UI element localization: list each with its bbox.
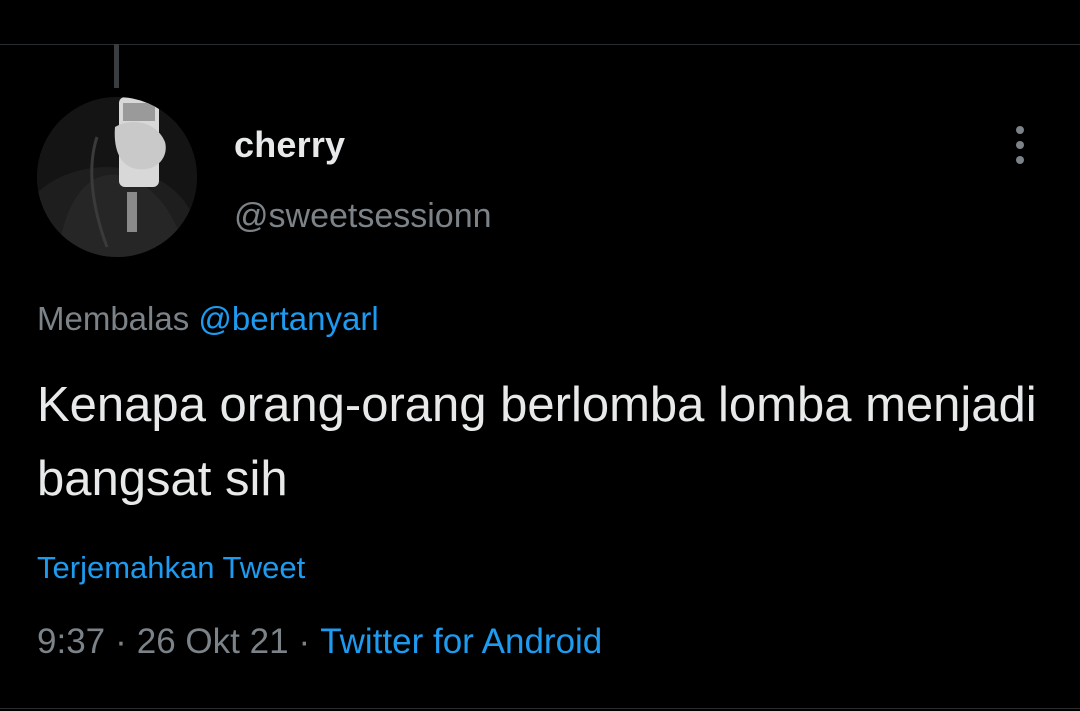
tweet-date[interactable]: 26 Okt 21 bbox=[137, 622, 289, 661]
author-display-name[interactable]: cherry bbox=[234, 124, 345, 166]
author-handle[interactable]: @sweetsessionn bbox=[234, 197, 492, 236]
more-vertical-icon-dot bbox=[1016, 156, 1024, 164]
top-divider bbox=[0, 44, 1080, 45]
tweet-time[interactable]: 9:37 bbox=[37, 622, 105, 661]
avatar[interactable] bbox=[37, 97, 197, 257]
avatar-photo bbox=[37, 97, 197, 257]
tweet-source-link[interactable]: Twitter for Android bbox=[320, 622, 602, 661]
more-vertical-icon bbox=[1016, 126, 1024, 134]
tweet-meta: 9:37 · 26 Okt 21 · Twitter for Android bbox=[37, 622, 602, 662]
bottom-divider bbox=[0, 708, 1080, 709]
more-options-button[interactable] bbox=[1004, 124, 1036, 166]
thread-connector-line bbox=[114, 44, 119, 88]
tweet-text: Kenapa orang-orang berlomba lomba menjad… bbox=[37, 378, 1037, 506]
meta-separator: · bbox=[298, 622, 311, 661]
translate-tweet-link[interactable]: Terjemahkan Tweet bbox=[37, 550, 305, 586]
meta-separator: · bbox=[115, 622, 127, 661]
reply-mention-link[interactable]: @bertanyarl bbox=[198, 300, 378, 337]
more-vertical-icon-dot bbox=[1016, 141, 1024, 149]
reply-prefix: Membalas bbox=[37, 300, 190, 337]
reply-context: Membalas @bertanyarl bbox=[37, 300, 379, 338]
